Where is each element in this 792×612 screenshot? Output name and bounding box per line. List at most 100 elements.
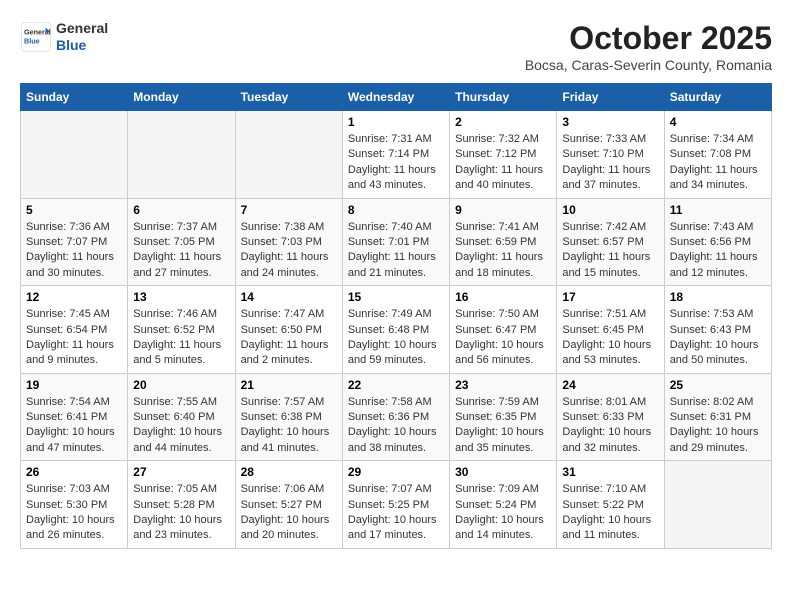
calendar-table: SundayMondayTuesdayWednesdayThursdayFrid… xyxy=(20,83,772,549)
day-info: Sunrise: 7:59 AM Sunset: 6:35 PM Dayligh… xyxy=(455,395,551,457)
day-number: 7 xyxy=(241,203,337,217)
day-number: 9 xyxy=(455,203,551,217)
calendar-week-row: 1 Sunrise: 7:31 AM Sunset: 7:14 PM Daylig… xyxy=(21,111,772,199)
calendar-week-row: 12 Sunrise: 7:45 AM Sunset: 6:54 PM Dayli… xyxy=(21,286,772,374)
calendar-day-cell: 5Sunrise: 7:36 AM Sunset: 7:07 PM Daylig… xyxy=(21,198,128,286)
day-number: 25 xyxy=(670,378,766,392)
calendar-day-cell: 27 Sunrise: 7:05 AM Sunset: 5:28 PM Dayli… xyxy=(128,461,235,549)
logo: General Blue General Blue xyxy=(20,20,108,54)
day-info: Sunrise: 7:57 AM Sunset: 6:38 PM Dayligh… xyxy=(241,395,337,457)
day-info: Sunrise: 7:31 AM Sunset: 7:14 PM Dayligh… xyxy=(348,132,444,194)
calendar-day-cell: 16 Sunrise: 7:50 AM Sunset: 6:47 PM Dayli… xyxy=(450,286,557,374)
day-number: 29 xyxy=(348,465,444,479)
day-number: 10 xyxy=(562,203,658,217)
calendar-day-cell: 29Sunrise: 7:07 AM Sunset: 5:25 PM Dayli… xyxy=(342,461,449,549)
svg-text:Blue: Blue xyxy=(24,36,40,45)
day-number: 12 xyxy=(26,290,122,304)
day-info: Sunrise: 7:06 AM Sunset: 5:27 PM Dayligh… xyxy=(241,482,337,544)
day-info: Sunrise: 7:09 AM Sunset: 5:24 PM Dayligh… xyxy=(455,482,551,544)
day-info: Sunrise: 7:05 AM Sunset: 5:28 PM Dayligh… xyxy=(133,482,229,544)
day-number: 19 xyxy=(26,378,122,392)
day-number: 4 xyxy=(670,115,766,129)
day-number: 13 xyxy=(133,290,229,304)
page-header: General Blue General Blue October 2025 B… xyxy=(20,20,772,73)
day-number: 22 xyxy=(348,378,444,392)
day-info: Sunrise: 7:55 AM Sunset: 6:40 PM Dayligh… xyxy=(133,395,229,457)
weekday-header-monday: Monday xyxy=(128,84,235,111)
day-number: 1 xyxy=(348,115,444,129)
day-number: 15 xyxy=(348,290,444,304)
day-number: 14 xyxy=(241,290,337,304)
calendar-week-row: 19 Sunrise: 7:54 AM Sunset: 6:41 PM Dayli… xyxy=(21,373,772,461)
day-info: Sunrise: 7:34 AM Sunset: 7:08 PM Dayligh… xyxy=(670,132,766,194)
weekday-header-row: SundayMondayTuesdayWednesdayThursdayFrid… xyxy=(21,84,772,111)
day-number: 17 xyxy=(562,290,658,304)
calendar-day-cell: 20 Sunrise: 7:55 AM Sunset: 6:40 PM Dayli… xyxy=(128,373,235,461)
day-info: Sunrise: 7:54 AM Sunset: 6:41 PM Dayligh… xyxy=(26,395,122,457)
day-info: Sunrise: 7:38 AM Sunset: 7:03 PM Dayligh… xyxy=(241,220,337,282)
day-number: 2 xyxy=(455,115,551,129)
title-block: October 2025 Bocsa, Caras-Severin County… xyxy=(525,20,772,73)
day-info: Sunrise: 7:40 AM Sunset: 7:01 PM Dayligh… xyxy=(348,220,444,282)
calendar-day-cell xyxy=(128,111,235,199)
day-info: Sunrise: 7:45 AM Sunset: 6:54 PM Dayligh… xyxy=(26,307,122,369)
day-info: Sunrise: 7:41 AM Sunset: 6:59 PM Dayligh… xyxy=(455,220,551,282)
day-info: Sunrise: 7:43 AM Sunset: 6:56 PM Dayligh… xyxy=(670,220,766,282)
calendar-day-cell: 6 Sunrise: 7:37 AM Sunset: 7:05 PM Daylig… xyxy=(128,198,235,286)
calendar-day-cell: 30 Sunrise: 7:09 AM Sunset: 5:24 PM Dayli… xyxy=(450,461,557,549)
day-number: 24 xyxy=(562,378,658,392)
day-number: 27 xyxy=(133,465,229,479)
calendar-day-cell: 11 Sunrise: 7:43 AM Sunset: 6:56 PM Dayli… xyxy=(664,198,771,286)
calendar-day-cell: 24 Sunrise: 8:01 AM Sunset: 6:33 PM Dayli… xyxy=(557,373,664,461)
day-number: 30 xyxy=(455,465,551,479)
day-info: Sunrise: 8:01 AM Sunset: 6:33 PM Dayligh… xyxy=(562,395,658,457)
calendar-day-cell: 4 Sunrise: 7:34 AM Sunset: 7:08 PM Daylig… xyxy=(664,111,771,199)
calendar-day-cell: 8 Sunrise: 7:40 AM Sunset: 7:01 PM Daylig… xyxy=(342,198,449,286)
day-number: 21 xyxy=(241,378,337,392)
calendar-day-cell: 31Sunrise: 7:10 AM Sunset: 5:22 PM Dayli… xyxy=(557,461,664,549)
day-number: 16 xyxy=(455,290,551,304)
calendar-day-cell: 22Sunrise: 7:58 AM Sunset: 6:36 PM Dayli… xyxy=(342,373,449,461)
day-info: Sunrise: 7:42 AM Sunset: 6:57 PM Dayligh… xyxy=(562,220,658,282)
day-number: 20 xyxy=(133,378,229,392)
day-info: Sunrise: 7:46 AM Sunset: 6:52 PM Dayligh… xyxy=(133,307,229,369)
weekday-header-wednesday: Wednesday xyxy=(342,84,449,111)
day-info: Sunrise: 7:50 AM Sunset: 6:47 PM Dayligh… xyxy=(455,307,551,369)
weekday-header-thursday: Thursday xyxy=(450,84,557,111)
calendar-day-cell: 17 Sunrise: 7:51 AM Sunset: 6:45 PM Dayli… xyxy=(557,286,664,374)
calendar-day-cell xyxy=(235,111,342,199)
day-info: Sunrise: 7:03 AM Sunset: 5:30 PM Dayligh… xyxy=(26,482,122,544)
calendar-week-row: 5Sunrise: 7:36 AM Sunset: 7:07 PM Daylig… xyxy=(21,198,772,286)
calendar-day-cell: 25Sunrise: 8:02 AM Sunset: 6:31 PM Dayli… xyxy=(664,373,771,461)
calendar-day-cell: 15Sunrise: 7:49 AM Sunset: 6:48 PM Dayli… xyxy=(342,286,449,374)
day-number: 8 xyxy=(348,203,444,217)
calendar-day-cell: 28Sunrise: 7:06 AM Sunset: 5:27 PM Dayli… xyxy=(235,461,342,549)
weekday-header-sunday: Sunday xyxy=(21,84,128,111)
calendar-day-cell xyxy=(664,461,771,549)
calendar-day-cell: 10 Sunrise: 7:42 AM Sunset: 6:57 PM Dayli… xyxy=(557,198,664,286)
calendar-day-cell: 13 Sunrise: 7:46 AM Sunset: 6:52 PM Dayli… xyxy=(128,286,235,374)
calendar-day-cell xyxy=(21,111,128,199)
calendar-day-cell: 2Sunrise: 7:32 AM Sunset: 7:12 PM Daylig… xyxy=(450,111,557,199)
day-number: 5 xyxy=(26,203,122,217)
day-info: Sunrise: 7:37 AM Sunset: 7:05 PM Dayligh… xyxy=(133,220,229,282)
calendar-day-cell: 26 Sunrise: 7:03 AM Sunset: 5:30 PM Dayli… xyxy=(21,461,128,549)
day-info: Sunrise: 7:47 AM Sunset: 6:50 PM Dayligh… xyxy=(241,307,337,369)
calendar-day-cell: 9 Sunrise: 7:41 AM Sunset: 6:59 PM Daylig… xyxy=(450,198,557,286)
day-info: Sunrise: 7:51 AM Sunset: 6:45 PM Dayligh… xyxy=(562,307,658,369)
weekday-header-saturday: Saturday xyxy=(664,84,771,111)
weekday-header-friday: Friday xyxy=(557,84,664,111)
day-number: 26 xyxy=(26,465,122,479)
day-number: 31 xyxy=(562,465,658,479)
calendar-day-cell: 1 Sunrise: 7:31 AM Sunset: 7:14 PM Daylig… xyxy=(342,111,449,199)
calendar-day-cell: 14 Sunrise: 7:47 AM Sunset: 6:50 PM Dayli… xyxy=(235,286,342,374)
calendar-day-cell: 7 Sunrise: 7:38 AM Sunset: 7:03 PM Daylig… xyxy=(235,198,342,286)
day-number: 6 xyxy=(133,203,229,217)
calendar-day-cell: 12 Sunrise: 7:45 AM Sunset: 6:54 PM Dayli… xyxy=(21,286,128,374)
logo-text: General Blue xyxy=(56,20,108,54)
calendar-day-cell: 19 Sunrise: 7:54 AM Sunset: 6:41 PM Dayli… xyxy=(21,373,128,461)
calendar-week-row: 26 Sunrise: 7:03 AM Sunset: 5:30 PM Dayli… xyxy=(21,461,772,549)
day-number: 11 xyxy=(670,203,766,217)
day-number: 23 xyxy=(455,378,551,392)
weekday-header-tuesday: Tuesday xyxy=(235,84,342,111)
